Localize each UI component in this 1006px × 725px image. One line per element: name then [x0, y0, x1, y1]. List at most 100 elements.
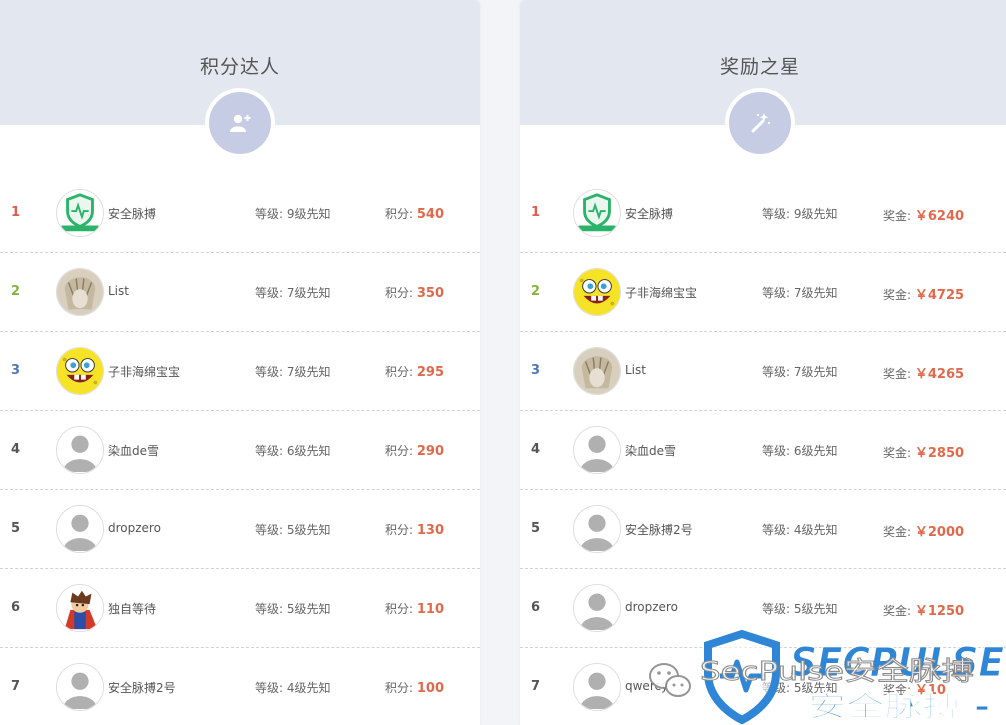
rank-number: 5 [11, 521, 21, 536]
user-name-link[interactable]: 子非海绵宝宝 [108, 363, 180, 380]
points-leaderboard-panel: 积分达人 1 安全脉搏 等级: 9级先知 积分: 540 2 List 等级: 7级先知 积分… [0, 0, 480, 725]
avatar[interactable] [56, 189, 104, 237]
user-name-link[interactable]: 安全脉搏 [108, 205, 156, 222]
reward-label: 奖金: [883, 288, 915, 302]
level-value: 5级先知 [793, 602, 838, 616]
user-name-link[interactable]: 安全脉搏 [625, 205, 673, 222]
level-label: 等级: [255, 286, 287, 300]
list-item: 6 dropzero 等级: 5级先知 奖金: ￥1250 [520, 569, 1006, 648]
user-level: 等级: 7级先知 [255, 284, 331, 301]
level-label: 等级: [255, 444, 287, 458]
reward: 奖金: ￥6240 [883, 205, 964, 224]
level-label: 等级: [762, 523, 794, 537]
user-level: 等级: 9级先知 [255, 205, 331, 222]
avatar[interactable] [573, 426, 621, 474]
level-value: 4级先知 [793, 523, 838, 537]
user-level: 等级: 7级先知 [762, 284, 838, 301]
avatar[interactable] [573, 347, 621, 395]
user-name-link[interactable]: 染血de雪 [625, 442, 676, 459]
user-name-link[interactable]: 独自等待 [108, 600, 156, 617]
avatar[interactable] [56, 584, 104, 632]
user-level: 等级: 4级先知 [762, 521, 838, 538]
user-level: 等级: 7级先知 [255, 363, 331, 380]
reward-value: ￥4725 [914, 288, 965, 303]
user-level: 等级: 6级先知 [255, 442, 331, 459]
level-label: 等级: [762, 207, 794, 221]
avatar[interactable] [56, 426, 104, 474]
points-value: 540 [416, 207, 444, 222]
user-level: 等级: 6级先知 [762, 442, 838, 459]
rank-number: 1 [11, 205, 21, 220]
avatar[interactable] [573, 584, 621, 632]
reward-value: ￥2000 [914, 525, 965, 540]
avatar[interactable] [56, 663, 104, 711]
user-name-link[interactable]: dropzero [108, 521, 161, 535]
points-value: 130 [416, 523, 444, 538]
points-value: 295 [416, 365, 444, 380]
reward-value: ￥1250 [914, 604, 965, 619]
level-value: 5级先知 [286, 523, 331, 537]
avatar[interactable] [56, 268, 104, 316]
reward: 奖金: ￥1250 [883, 600, 964, 619]
ranking-list: 1 安全脉搏 等级: 9级先知 奖金: ￥6240 2 子非海绵宝宝 等级: 7级先知 奖金:… [520, 174, 1006, 725]
list-item: 2 子非海绵宝宝 等级: 7级先知 奖金: ￥4725 [520, 253, 1006, 332]
avatar[interactable] [573, 268, 621, 316]
reward-label: 奖金: [883, 446, 915, 460]
user-name-link[interactable]: 安全脉搏2号 [625, 521, 693, 538]
user-level: 等级: 4级先知 [255, 679, 331, 696]
level-value: 7级先知 [286, 365, 331, 379]
avatar[interactable] [56, 347, 104, 395]
points: 积分: 540 [385, 205, 444, 222]
list-item: 5 dropzero 等级: 5级先知 积分: 130 [0, 490, 480, 569]
user-name-link[interactable]: List [108, 284, 129, 298]
avatar[interactable] [573, 505, 621, 553]
reward-label: 奖金: [883, 683, 915, 697]
reward: 奖金: ￥4725 [883, 284, 964, 303]
level-value: 7级先知 [793, 286, 838, 300]
level-label: 等级: [255, 365, 287, 379]
user-name-link[interactable]: 安全脉搏2号 [108, 679, 176, 696]
reward-label: 奖金: [883, 367, 915, 381]
rank-number: 1 [531, 205, 541, 220]
rank-number: 2 [11, 284, 21, 299]
points-label: 积分: [385, 286, 417, 300]
avatar[interactable] [56, 505, 104, 553]
rank-number: 4 [11, 442, 21, 457]
list-item: 6 独自等待 等级: 5级先知 积分: 110 [0, 569, 480, 648]
user-name-link[interactable]: 子非海绵宝宝 [625, 284, 697, 301]
list-item: 1 安全脉搏 等级: 9级先知 积分: 540 [0, 174, 480, 253]
user-name-link[interactable]: 染血de雪 [108, 442, 159, 459]
user-name-link[interactable]: dropzero [625, 600, 678, 614]
avatar[interactable] [573, 189, 621, 237]
points: 积分: 100 [385, 679, 444, 696]
points-value: 100 [416, 681, 444, 696]
reward-leaderboard-panel: 奖励之星 1 安全脉搏 等级: 9级先知 奖金: ￥6240 2 子非海绵宝宝 等级: 7级… [520, 0, 1006, 725]
rank-number: 7 [11, 679, 21, 694]
level-label: 等级: [762, 365, 794, 379]
user-name-link[interactable]: qwercy [625, 679, 668, 693]
panel-title: 积分达人 [199, 56, 280, 78]
level-label: 等级: [255, 523, 287, 537]
points-label: 积分: [385, 365, 417, 379]
rank-number: 3 [531, 363, 541, 378]
rank-number: 6 [531, 600, 541, 615]
level-value: 6级先知 [286, 444, 331, 458]
level-label: 等级: [762, 286, 794, 300]
points-label: 积分: [385, 602, 417, 616]
points: 积分: 130 [385, 521, 444, 538]
level-label: 等级: [255, 602, 287, 616]
level-value: 7级先知 [286, 286, 331, 300]
user-level: 等级: 5级先知 [762, 679, 838, 696]
reward: 奖金: ￥2000 [883, 521, 964, 540]
reward-label: 奖金: [883, 604, 915, 618]
reward-label: 奖金: [883, 525, 915, 539]
rank-number: 6 [11, 600, 21, 615]
points-label: 积分: [385, 523, 417, 537]
panel-header: 积分达人 [0, 0, 480, 158]
points-value: 290 [416, 444, 444, 459]
points-label: 积分: [385, 444, 417, 458]
avatar[interactable] [573, 663, 621, 711]
user-level: 等级: 5级先知 [255, 600, 331, 617]
user-name-link[interactable]: List [625, 363, 646, 377]
level-value: 5级先知 [286, 602, 331, 616]
